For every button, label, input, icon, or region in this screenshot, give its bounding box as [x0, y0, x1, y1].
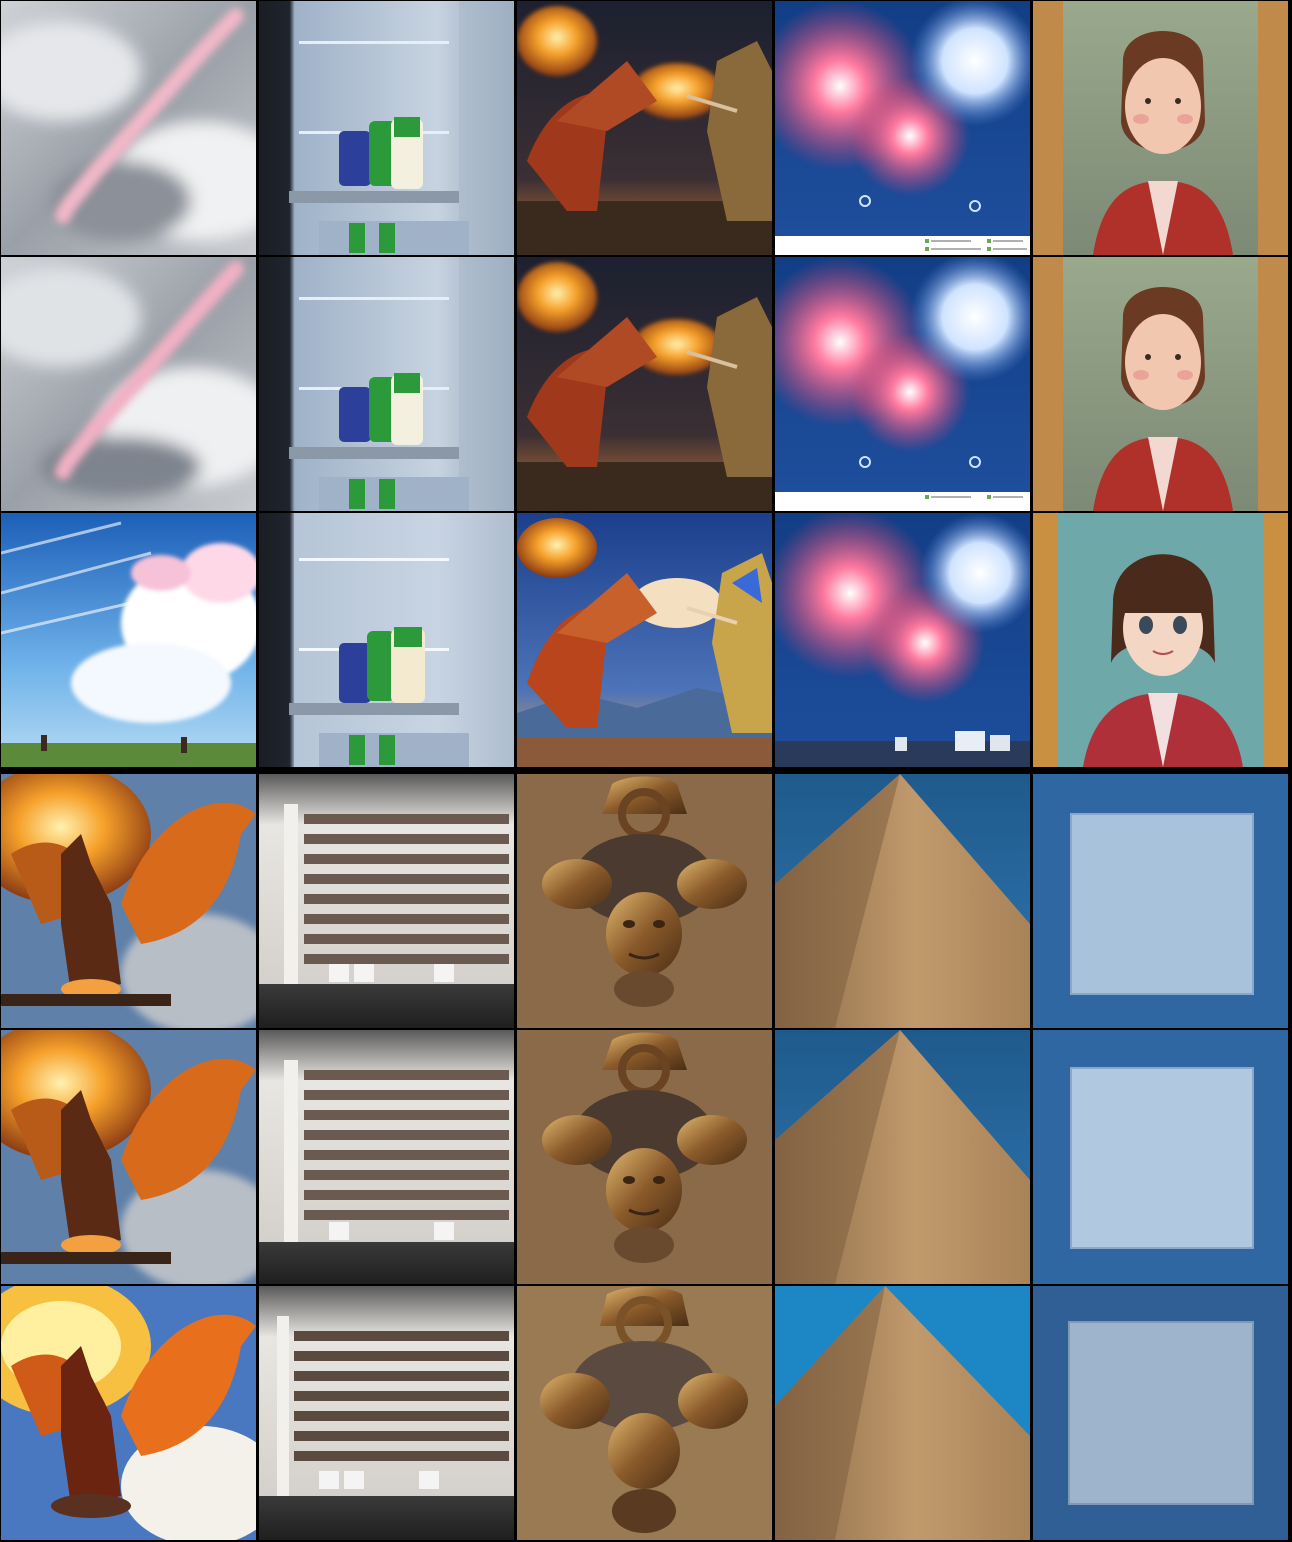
tile-library-sharp [259, 1286, 514, 1540]
tile-pyramid-sharp [775, 1286, 1030, 1540]
tile-fridge-dark-2 [259, 257, 514, 511]
tile-winged-dragon-2 [1, 1030, 256, 1284]
tile-sky-blurred [1, 1, 256, 255]
tile-winged-dragon-stylized [1, 1286, 256, 1540]
tile-dragon-knight-dark [517, 1, 772, 255]
tile-fireworks-caption [775, 1, 1030, 255]
tile-winged-dragon [1, 774, 256, 1028]
tile-fireworks-caption-2 [775, 257, 1030, 511]
tile-door-knocker [517, 774, 772, 1028]
image-grid [0, 0, 1292, 1542]
tile-paper-square-2 [1033, 1030, 1288, 1284]
tile-paper-square-noisy [1033, 1286, 1288, 1540]
tile-door-knocker-2 [517, 1030, 772, 1284]
tile-girl-portrait-oil-2 [1033, 257, 1288, 511]
tile-fridge-dark [259, 1, 514, 255]
group-separator [1, 769, 1288, 772]
tile-sky-anime [1, 513, 256, 767]
tile-dragon-knight-dark-2 [517, 257, 772, 511]
tile-pyramid [775, 774, 1030, 1028]
tile-door-knocker-sharp [517, 1286, 772, 1540]
tile-fireworks-city [775, 513, 1030, 767]
tile-girl-portrait-anime [1033, 513, 1288, 767]
tile-fridge-bright [259, 513, 514, 767]
tile-sky-blurred-2 [1, 257, 256, 511]
tile-dragon-knight-anime [517, 513, 772, 767]
tile-girl-portrait-oil [1033, 1, 1288, 255]
tile-library [259, 774, 514, 1028]
tile-library-2 [259, 1030, 514, 1284]
tile-pyramid-2 [775, 1030, 1030, 1284]
tile-paper-square [1033, 774, 1288, 1028]
